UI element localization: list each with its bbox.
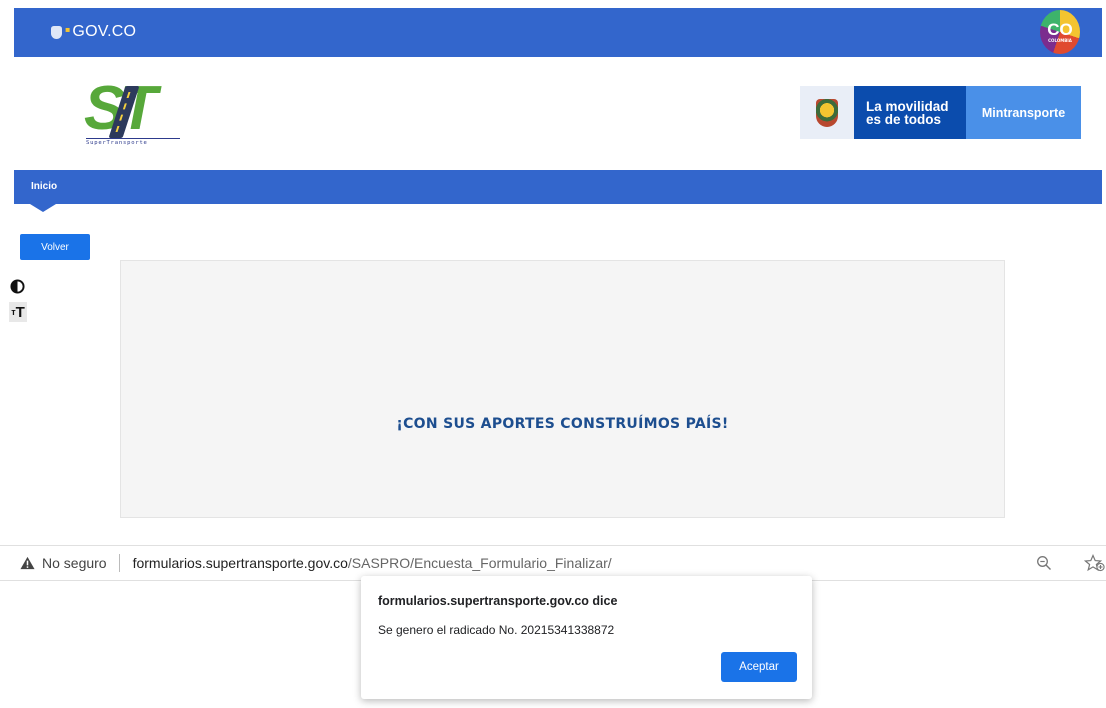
main-slogan: ¡CON SUS APORTES CONSTRUÍMOS PAÍS! — [396, 416, 729, 432]
alert-dialog: formularios.supertransporte.gov.co dice … — [361, 576, 812, 699]
zoom-icon-graphic — [1037, 556, 1051, 570]
dialog-title: formularios.supertransporte.gov.co dice — [378, 594, 618, 608]
text-size-icon[interactable]: тT — [9, 302, 27, 322]
main-content-panel: ¡CON SUS APORTES CONSTRUÍMOS PAÍS! — [120, 260, 1005, 518]
warning-icon[interactable] — [19, 555, 35, 571]
main-nav: Inicio — [14, 170, 1102, 212]
address-separator — [118, 554, 120, 572]
url-host: formularios.supertransporte.gov.co — [132, 555, 348, 571]
back-button[interactable]: Volver — [20, 234, 90, 260]
co-badge-subtext: COLOMBIA — [1048, 37, 1072, 43]
security-status-label[interactable]: No seguro — [42, 555, 107, 571]
gov-mark-icon: ▪ — [65, 24, 71, 34]
st-logo-caption: SuperTransporte — [86, 138, 180, 146]
mint-slogan-line2: es de todos — [866, 112, 942, 127]
mintransporte-banner[interactable]: La movilidad es de todos Mintransporte — [800, 86, 1081, 139]
dialog-message: Se genero el radicado No. 20215341338872 — [378, 623, 615, 637]
zoom-icon[interactable] — [1036, 555, 1052, 571]
gov-co-logo[interactable]: ▪ GOV.CO — [51, 23, 136, 41]
warning-triangle-graphic — [19, 556, 35, 570]
gov-co-bar: ▪ GOV.CO CO COLOMBIA — [14, 8, 1102, 57]
nav-item-inicio[interactable]: Inicio — [31, 181, 57, 192]
contrast-icon-graphic — [10, 279, 25, 294]
page: ▪ GOV.CO CO COLOMBIA ST SuperTransporte … — [0, 0, 1106, 708]
mint-slogan: La movilidad es de todos — [854, 86, 966, 139]
co-colombia-badge[interactable]: CO COLOMBIA — [1040, 10, 1080, 54]
mint-name: Mintransporte — [966, 86, 1081, 139]
supertransporte-logo[interactable]: ST SuperTransporte — [84, 78, 184, 148]
bookmark-star-graphic — [1084, 554, 1105, 572]
url-path: /SASPRO/Encuesta_Formulario_Finalizar/ — [347, 555, 612, 571]
colombia-seal-icon — [800, 86, 854, 139]
gov-co-logo-text: GOV.CO — [72, 23, 137, 40]
bookmark-star-icon[interactable] — [1084, 554, 1106, 572]
url-text[interactable]: formularios.supertransporte.gov.co/SASPR… — [133, 555, 612, 571]
co-badge-text: CO — [1047, 19, 1073, 39]
active-nav-indicator — [30, 204, 56, 212]
coat-of-arms-icon — [816, 98, 838, 127]
gov-shield-icon — [51, 25, 62, 39]
accept-button[interactable]: Aceptar — [721, 652, 797, 682]
text-size-large-glyph: T — [15, 303, 25, 321]
contrast-icon[interactable] — [9, 278, 26, 295]
